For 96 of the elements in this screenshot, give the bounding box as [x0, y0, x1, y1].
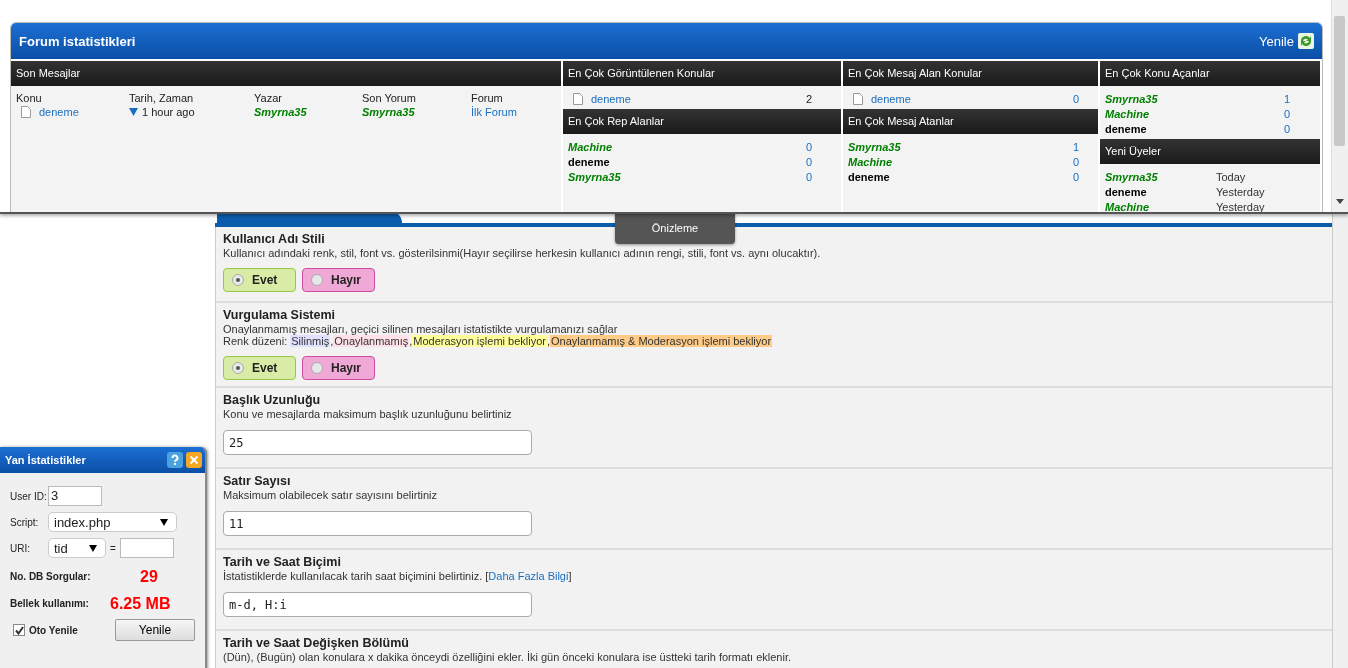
user-name[interactable]: deneme	[1105, 185, 1216, 198]
user-name[interactable]: deneme	[1105, 122, 1147, 135]
user-name[interactable]: Smyrna35	[1105, 92, 1158, 105]
setting-title: Vurgulama Sistemi	[223, 308, 337, 323]
field-label: Script:	[10, 516, 40, 528]
uri-dropdown[interactable]: tid	[48, 538, 106, 558]
column-header: Konu	[16, 92, 43, 104]
text-field[interactable]: m-d, H:i	[223, 592, 532, 617]
user-name[interactable]: Machine	[568, 140, 612, 153]
column-header: Forum	[471, 92, 504, 104]
setting-description: Onaylanmamış mesajları, geçici silinen mesajları istatistikte vurgulamanızı sağlar	[223, 323, 619, 335]
count: 1	[1283, 92, 1290, 105]
auto-refresh-checkbox[interactable]: Oto Yenile	[10, 624, 78, 636]
join-date: Yesterday	[1216, 185, 1266, 198]
count: 0	[805, 140, 812, 153]
column-header: Tarih, Zaman	[129, 92, 195, 104]
count: 2	[805, 92, 812, 105]
section-header: Son Mesajlar	[11, 61, 561, 86]
count: 0	[1072, 92, 1079, 105]
field-label: User ID:	[10, 490, 48, 502]
count: 1	[1072, 140, 1079, 153]
count: 0	[1283, 122, 1290, 135]
join-date: Yesterday	[1216, 200, 1266, 212]
refresh-icon[interactable]	[1298, 33, 1314, 49]
setting-description: Kullanıcı adındaki renk, stil, font vs. gösterilsinmi(Hayır seçilirse herkesin kullanıcı adının rengi, stili, font vs. aynı olucaktır).	[223, 247, 822, 259]
count: 0	[1072, 170, 1079, 183]
equals-sign: =	[109, 542, 117, 554]
setting-title: Başlık Uzunluğu	[223, 393, 322, 408]
stat-value: 29	[139, 567, 158, 586]
setting-description: Konu ve mesajlarda maksimum başlık uzunluğunu belirtiniz	[223, 408, 513, 420]
user-name[interactable]: deneme	[568, 155, 610, 168]
user-name[interactable]: deneme	[848, 170, 890, 183]
down-triangle-icon	[129, 108, 138, 116]
setting-title: Satır Sayısı	[223, 474, 292, 489]
count: 0	[805, 155, 812, 168]
join-date: Today	[1216, 170, 1247, 183]
scrollbar[interactable]	[1332, 212, 1348, 668]
setting-description: Maksimum olabilecek satır sayısını belirtiniz	[223, 489, 438, 501]
section-header: En Çok Mesaj Atanlar	[843, 109, 1098, 134]
section-header: En Çok Rep Alanlar	[563, 109, 841, 134]
text-field[interactable]: 11	[223, 511, 532, 536]
refresh-link[interactable]: Yenile	[1259, 33, 1294, 49]
side-panel-title: Yan İstatistikler	[5, 454, 87, 466]
text-field[interactable]: 25	[223, 430, 532, 455]
radio-option[interactable]: Evet	[223, 268, 296, 292]
topic-link[interactable]: deneme	[591, 92, 631, 105]
section-header: En Çok Mesaj Alan Konular	[843, 61, 1098, 86]
document-icon	[853, 92, 863, 105]
radio-option[interactable]: Hayır	[302, 268, 375, 292]
scroll-down-icon[interactable]	[1336, 199, 1344, 204]
section-header: En Çok Görüntülenen Konular	[563, 61, 841, 86]
stat-value: 6.25 MB	[110, 594, 171, 613]
user-name[interactable]: Smyrna35	[1105, 170, 1216, 183]
setting-title: Tarih ve Saat Biçimi	[223, 555, 342, 570]
preview-button[interactable]: Önizleme	[615, 212, 735, 244]
setting-description: (Dün), (Bugün) olan konulara x dakika önceydi özelliğini ekler. İki gün önceki konulara ise üstteki tarih formatı eklenir.	[223, 651, 792, 663]
stat-label: Bellek kullanımı:	[10, 598, 90, 609]
column-header: Yazar	[254, 92, 283, 104]
user-name[interactable]: Machine	[848, 155, 892, 168]
column-header: Son Yorum	[362, 92, 417, 104]
radio-option[interactable]: Evet	[223, 356, 296, 380]
checkmark-icon	[14, 625, 24, 635]
user-name[interactable]: Smyrna35	[848, 140, 901, 153]
close-icon[interactable]	[186, 452, 202, 468]
field-label: URI:	[10, 542, 31, 554]
caret-icon	[89, 544, 97, 552]
help-icon[interactable]	[167, 452, 183, 468]
user-name[interactable]: Smyrna35	[568, 170, 621, 183]
user-id-field[interactable]: 3	[48, 486, 102, 506]
user-name[interactable]: Smyrna35	[254, 106, 362, 118]
forum-link[interactable]: İlk Forum	[471, 106, 556, 118]
count: 0	[1072, 155, 1079, 168]
scrollbar[interactable]	[1331, 0, 1348, 212]
count: 0	[805, 170, 812, 183]
color-legend: Renk düzeni: Silinmiş,Onaylanmamış,Moderasyon işlemi bekliyor,Onaylanmamış & Moderasyon işlemi bekliyor	[223, 335, 1324, 347]
user-name[interactable]: Machine	[1105, 107, 1149, 120]
user-name[interactable]: Machine	[1105, 200, 1216, 212]
section-header: Yeni Üyeler	[1100, 139, 1320, 164]
popup-title: Forum istatistikleri	[19, 33, 137, 49]
setting-description: İstatistiklerde kullanılacak tarih saat biçimini belirtiniz. [Daha Fazla Bilgi]	[223, 570, 573, 582]
topic-link[interactable]: deneme	[39, 106, 79, 118]
setting-title: Kullanıcı Adı Stili	[223, 232, 326, 247]
post-time: 1 hour ago	[142, 106, 195, 118]
document-icon	[21, 106, 31, 118]
count: 0	[1283, 107, 1290, 120]
radio-option[interactable]: Hayır	[302, 356, 375, 380]
stat-label: No. DB Sorgular:	[10, 571, 92, 582]
document-icon	[573, 92, 583, 105]
script-dropdown[interactable]: index.php	[48, 512, 177, 532]
uri-value-field[interactable]	[120, 538, 174, 558]
user-name[interactable]: Smyrna35	[362, 106, 471, 118]
refresh-button[interactable]: Yenile	[115, 619, 195, 641]
setting-title: Tarih ve Saat Değişken Bölümü	[223, 636, 410, 651]
topic-link[interactable]: deneme	[871, 92, 911, 105]
section-header: En Çok Konu Açanlar	[1100, 61, 1320, 86]
caret-icon	[160, 518, 168, 526]
